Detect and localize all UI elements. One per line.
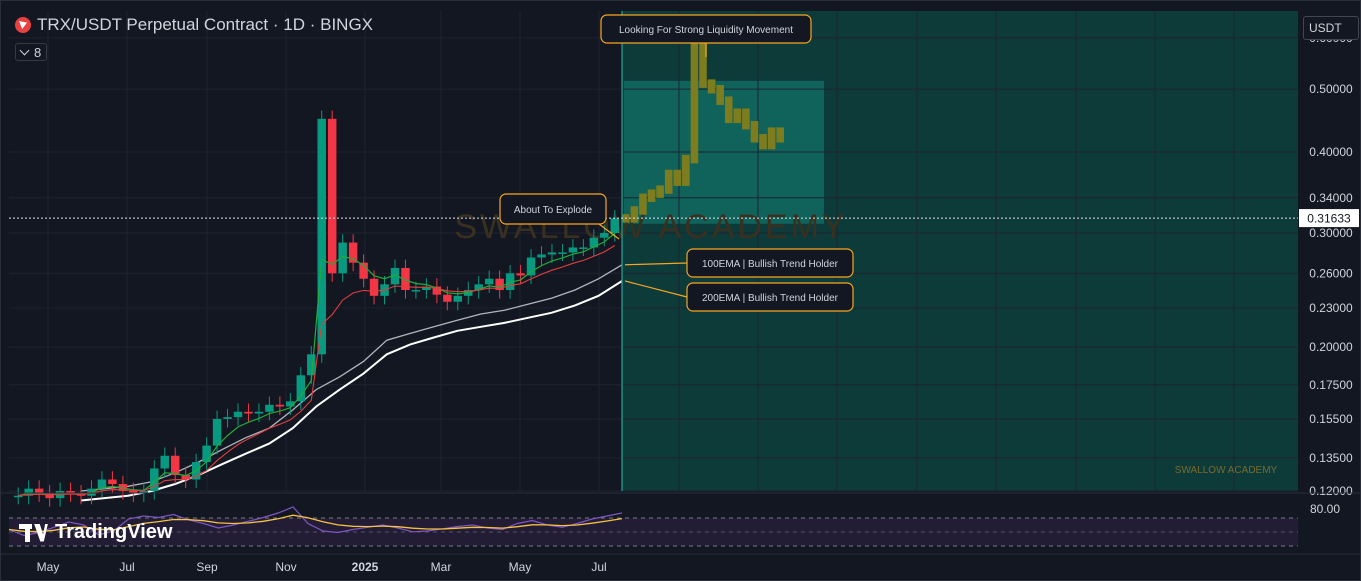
candle-34 [369,278,379,296]
y-tick-label-5: 0.26000 [1309,266,1353,280]
candle-53 [568,247,578,253]
candle-41 [443,294,452,302]
y-tick-label-7: 0.20000 [1309,340,1353,354]
indicators-toggle-button[interactable]: 8 [15,43,48,61]
current-price-label: 0.31633 [1307,212,1351,226]
candle-21 [233,411,243,418]
indicator-count: 8 [34,44,42,60]
projection-bar-7 [682,154,690,186]
chart-header: TRX/USDT Perpetual Contract · 1D · BINGX [15,15,373,35]
y-tick-label-1: 0.50000 [1309,82,1353,96]
candle-31 [338,242,347,274]
x-tick-label-2: Sep [196,560,218,574]
projection-bar-18 [776,127,784,143]
projection-bar-5 [664,169,673,194]
tradingview-wordmark: TradingView [55,521,173,543]
candle-42 [453,295,463,302]
candle-15 [170,455,180,476]
candle-18 [202,445,211,463]
chevron-down-icon [19,45,30,56]
projection-bar-12 [724,96,733,124]
candle-25 [275,404,285,407]
candle-27 [296,375,306,402]
tradingview-logo: TradingView [19,521,172,544]
candle-52 [558,252,567,254]
candle-22 [244,411,253,414]
x-tick-label-1: Jul [119,560,134,574]
price-chart[interactable]: SWALLOW ACADEMYSWALLOW ACADEMY0.316330.6… [1,1,1360,580]
x-tick-label-5: Mar [431,560,452,574]
projection-bar-16 [759,134,767,150]
candle-32 [348,242,358,263]
y-tick-label-3: 0.34000 [1309,191,1353,205]
projection-bar-13 [733,108,742,124]
projection-bar-8 [690,33,699,164]
candle-56 [600,233,609,238]
projection-bar-10 [707,79,716,94]
annotation-ema200-label: 200EMA | Bullish Trend Holder [702,293,839,304]
rsi-level-label: 80.00 [1310,502,1340,516]
x-tick-label-3: Nov [275,560,296,574]
candle-45 [484,278,494,285]
watermark-corner: SWALLOW ACADEMY [1175,465,1278,476]
candle-28 [307,354,316,376]
candle-48 [516,273,525,276]
candle-30 [327,118,337,274]
projection-bar-2 [639,193,647,215]
currency-button[interactable]: USDT [1303,16,1359,40]
candle-24 [265,404,274,412]
x-tick-label-0: May [37,560,60,574]
x-tick-label-4: 2025 [352,560,379,574]
candle-20 [223,417,232,419]
candle-23 [254,411,264,414]
candle-49 [526,257,536,276]
candle-51 [547,252,557,255]
x-tick-label-7: Jul [591,560,606,574]
chart-title: TRX/USDT Perpetual Contract · 1D · BINGX [37,15,374,34]
candle-19 [212,418,222,446]
projection-bar-11 [716,84,724,105]
candle-50 [537,254,546,258]
projection-bar-4 [656,185,664,198]
projection-bar-3 [647,189,656,203]
projection-bar-1 [630,206,639,223]
x-tick-label-6: May [509,560,532,574]
projection-bar-6 [673,169,682,186]
candle-54 [579,247,588,249]
annotation-liquidity-label: Looking For Strong Liquidity Movement [619,25,793,36]
y-tick-label-9: 0.15500 [1309,412,1353,426]
chart-window: SWALLOW ACADEMYSWALLOW ACADEMY0.316330.6… [0,0,1361,581]
candle-38 [411,290,421,292]
annotation-ema100-label: 100EMA | Bullish Trend Holder [702,259,839,270]
y-tick-label-6: 0.23000 [1309,301,1353,315]
tradingview-icon [19,523,49,542]
annotation-explode-label: About To Explode [514,205,593,216]
y-tick-label-8: 0.17500 [1309,378,1353,392]
y-tick-label-4: 0.30000 [1309,226,1353,240]
y-tick-label-11: 0.12000 [1309,484,1353,498]
y-tick-label-2: 0.40000 [1309,145,1353,159]
y-tick-label-10: 0.13500 [1309,451,1353,465]
candle-14 [160,455,169,469]
tron-logo-icon [15,17,31,33]
candle-29 [317,118,326,355]
projection-bar-14 [742,108,750,130]
projection-bar-15 [750,120,759,143]
candle-57 [610,218,619,234]
projection-bar-17 [767,127,776,150]
candle-9 [108,479,117,485]
